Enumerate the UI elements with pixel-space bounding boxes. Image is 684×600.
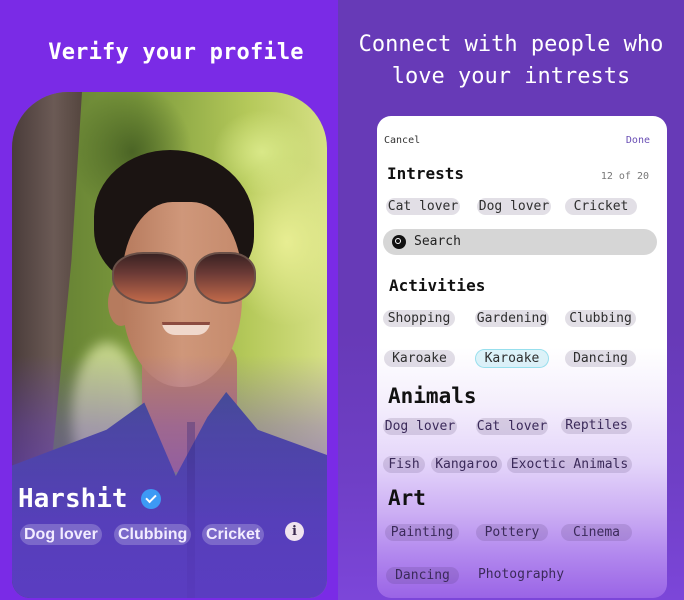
interest-chip[interactable]: Dancing — [565, 350, 636, 367]
interest-chip[interactable]: Cat lover — [476, 418, 548, 435]
profile-tag: Dog lover — [20, 524, 102, 545]
verify-profile-title: Verify your profile — [48, 40, 304, 65]
selected-interest-chip[interactable]: Cat lover — [386, 198, 460, 215]
verified-check-icon — [141, 489, 161, 509]
search-placeholder: Search — [414, 234, 461, 249]
interest-chip[interactable]: Exoctic Animals — [507, 456, 632, 473]
interests-screen-title-line1: Connect with people who — [358, 32, 664, 57]
search-input[interactable]: Search — [383, 229, 657, 255]
interest-chip[interactable]: Dog lover — [383, 418, 457, 435]
profile-tag: Clubbing — [114, 524, 192, 545]
interest-chip[interactable]: Gardening — [475, 310, 549, 327]
search-icon — [392, 235, 406, 249]
profile-photo[interactable] — [12, 92, 327, 598]
interests-count: 12 of 20 — [600, 171, 649, 182]
interest-chip[interactable]: Clubbing — [565, 310, 636, 327]
selected-interest-chip[interactable]: Dog lover — [477, 198, 551, 215]
interest-chip[interactable]: Dancing — [386, 567, 459, 584]
interest-chip[interactable]: Karoake — [384, 350, 455, 367]
photo-gradient-overlay — [12, 92, 327, 598]
info-icon[interactable]: i — [285, 522, 304, 541]
section-heading-animals: Animals — [388, 384, 477, 408]
interest-chip-selected[interactable]: Karoake — [476, 350, 548, 367]
interest-chip[interactable]: Reptiles — [561, 417, 632, 434]
verify-profile-screen: Verify your profile Harshit Dog lover Cl… — [0, 0, 338, 600]
cancel-button[interactable]: Cancel — [384, 135, 420, 146]
interest-chip[interactable]: Painting — [385, 524, 459, 541]
interest-chip[interactable]: Cinema — [561, 524, 632, 541]
interest-chip[interactable]: Kangaroo — [431, 456, 502, 473]
interest-chip[interactable]: Fish — [383, 456, 425, 473]
profile-name: Harshit — [18, 484, 128, 514]
interest-chip[interactable]: Photography — [476, 566, 566, 583]
interests-heading: Intrests — [387, 164, 465, 183]
done-button[interactable]: Done — [626, 135, 650, 146]
interests-screen: Connect with people who love your intres… — [338, 0, 684, 600]
interests-picker-card: Cancel Done Intrests 12 of 20 Cat lover … — [377, 116, 667, 598]
selected-interest-chip[interactable]: Cricket — [565, 198, 637, 215]
interest-chip[interactable]: Pottery — [476, 524, 548, 541]
section-heading-art: Art — [388, 486, 426, 510]
interest-chip[interactable]: Shopping — [383, 310, 455, 327]
section-heading-activities: Activities — [389, 276, 486, 295]
interests-screen-title-line2: love your intrests — [391, 64, 631, 89]
profile-tag: Cricket — [202, 524, 265, 545]
